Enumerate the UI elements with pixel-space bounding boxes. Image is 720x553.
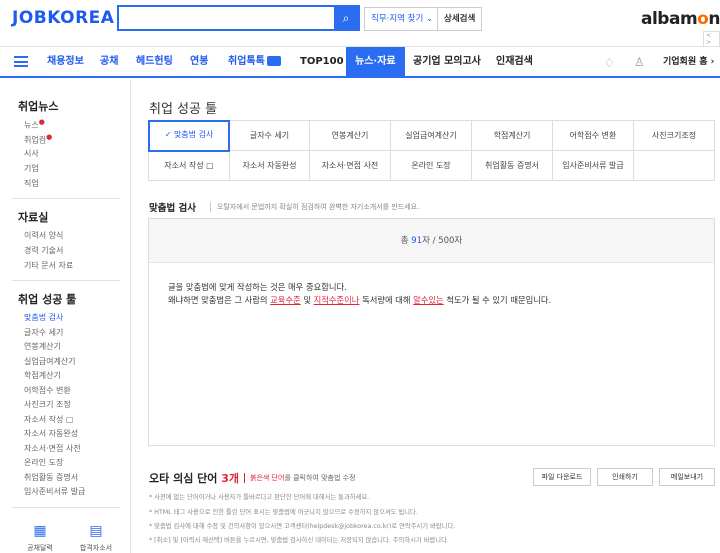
notice-line: * HTML 태그 사용으로 인한 틀린 단어 표시는 맞춤법에 어긋나지 않으… [149, 509, 418, 516]
editor-line: 왜냐하면 맞춤법은 그 사람의 교육수준 및 지적수준이나 독서량에 대해 알수… [168, 295, 552, 305]
tab-autocomplete[interactable]: 자소서 자동완성 [230, 151, 310, 181]
sidebar-item-online-stamp[interactable]: 온라인 도장 [24, 457, 63, 468]
char-counter: 총 91자 / 500자 [149, 219, 714, 263]
search-button[interactable]: ⌕ [334, 7, 358, 29]
sidebar-item-jobcom[interactable]: 취업컴● [24, 133, 52, 146]
sidebar-title-news: 취업뉴스 [18, 100, 59, 113]
tab-charcount[interactable]: 글자수 세기 [230, 121, 310, 151]
nav-item-talent-search[interactable]: 인재검색 [496, 47, 533, 77]
chat-badge-icon [266, 56, 281, 66]
tab-interview-dict[interactable]: 자소서·면접 사전 [310, 151, 391, 181]
sidebar: 취업뉴스 뉴스● 취업컴● 시사 기업 직업 자료실 이력서 양식 경력 기술서… [0, 80, 131, 553]
nav-item-news[interactable]: 뉴스·자료 [346, 47, 405, 77]
new-dot-icon: ● [46, 133, 53, 141]
error-word[interactable]: 교육수준 [270, 295, 301, 305]
tab-photo-size[interactable]: 사진크기조정 [634, 121, 715, 151]
nav-item-mock-test[interactable]: 공기업 모의고사 [413, 47, 481, 77]
nav-item-salary[interactable]: 연봉 [190, 47, 208, 77]
sidebar-divider [12, 198, 120, 199]
sidebar-divider [12, 280, 120, 281]
sidebar-item-other-docs[interactable]: 기타 문서 자료 [24, 260, 73, 271]
sidebar-item-spellcheck[interactable]: 맞춤법 검사 [24, 312, 63, 323]
sidebar-item-activity-cert[interactable]: 취업활동 증명서 [24, 472, 78, 483]
jobkorea-logo[interactable]: JOBKOREA [12, 8, 114, 28]
sidebar-item-interview-dict[interactable]: 자소서·면접 사전 [24, 443, 81, 454]
notice-line: * 맞춤법 검사에 대해 수정 및 건의사항이 있으시면 고객센터(helpde… [149, 523, 456, 530]
sidebar-item-company[interactable]: 기업 [24, 163, 39, 174]
corporate-home-link[interactable]: 기업회원 홈 › [663, 47, 714, 77]
sidebar-item-autocomplete[interactable]: 자소서 자동완성 [24, 428, 78, 439]
document-check-icon[interactable]: ▤ [76, 523, 116, 539]
tool-tabs: ✓ 맞춤법 검사 글자수 세기 연봉계산기 실업급여계산기 학점계산기 어학점수… [148, 120, 715, 181]
user-icon[interactable]: ♙ [634, 55, 645, 69]
sidebar-title-tools: 취업 성공 툴 [18, 293, 77, 306]
sidebar-divider [12, 507, 120, 508]
tab-activity-cert[interactable]: 취업활동 증명서 [472, 151, 553, 181]
nav-item-top100[interactable]: TOP100 [300, 47, 344, 77]
editor-text[interactable]: 글을 맞춤법에 맞게 작성하는 것은 매우 중요합니다. 왜냐하면 맞춤법은 그… [168, 281, 551, 307]
sidebar-item-salary-calc[interactable]: 연봉계산기 [24, 341, 61, 352]
spellcheck-title: 맞춤법 검사 [149, 203, 197, 214]
detail-search-button[interactable]: 상세검색 [437, 7, 483, 31]
passed-letters-label[interactable]: 합격자소서 [71, 543, 121, 553]
sidebar-item-job[interactable]: 직업 [24, 178, 39, 189]
sidebar-item-charcount[interactable]: 글자수 세기 [24, 327, 63, 338]
suspect-words-title: 오타 의심 단어 3개 [149, 472, 239, 485]
tab-lang-score[interactable]: 어학점수 변환 [553, 121, 634, 151]
error-word[interactable]: 알수있는 [413, 295, 444, 305]
page-title: 취업 성공 툴 [149, 102, 218, 117]
sidebar-item-cover-letter[interactable]: 자소서 작성 ▢ [24, 414, 73, 425]
error-word[interactable]: 지적수준이나 [314, 295, 360, 305]
sidebar-item-unemployment[interactable]: 실업급여계산기 [24, 356, 76, 367]
sidebar-item-career[interactable]: 경력 기술서 [24, 245, 63, 256]
sidebar-item-news[interactable]: 뉴스● [24, 118, 45, 131]
nav-item-talk[interactable]: 취업톡톡 [228, 47, 281, 77]
sidebar-title-resources: 자료실 [18, 211, 49, 224]
calendar-label[interactable]: 공채달력 [15, 543, 65, 553]
calendar-icon[interactable]: ▦ [20, 523, 60, 539]
sidebar-item-resume-form[interactable]: 이력서 양식 [24, 230, 63, 241]
sidebar-item-documents[interactable]: 입사준비서류 발급 [24, 486, 85, 497]
suspect-words-hint: 붉은색 단어를 클릭하여 맞춤법 수정 [244, 473, 356, 483]
nav-item-recruit[interactable]: 채용정보 [47, 47, 84, 77]
top-header: JOBKOREA ⌕ 직무·지역 찾기 ⌄ 상세검색 albamon < > [0, 0, 720, 47]
hamburger-menu-icon[interactable] [14, 56, 28, 67]
sidebar-item-lang-score[interactable]: 어학점수 변환 [24, 385, 71, 396]
spellcheck-description: 오탈자에서 문법까지 확실히 점검하여 완벽한 자기소개서를 만드세요. [210, 202, 419, 212]
sidebar-item-gpa[interactable]: 학점계산기 [24, 370, 61, 381]
tab-online-stamp[interactable]: 온라인 도장 [391, 151, 472, 181]
editor-line: 글을 맞춤법에 맞게 작성하는 것은 매우 중요합니다. [168, 282, 347, 292]
tab-salary-calc[interactable]: 연봉계산기 [310, 121, 391, 151]
sidebar-item-photo-size[interactable]: 사진크기 조정 [24, 399, 71, 410]
main-nav: 채용정보 공채 헤드헌팅 연봉 취업톡톡 TOP100 뉴스·자료 공기업 모의… [0, 46, 720, 78]
tab-gpa[interactable]: 학점계산기 [472, 121, 553, 151]
print-button[interactable]: 인쇄하기 [597, 468, 653, 486]
file-download-button[interactable]: 파일 다운로드 [533, 468, 591, 486]
tab-unemployment[interactable]: 실업급여계산기 [391, 121, 472, 151]
send-mail-button[interactable]: 메일보내기 [659, 468, 715, 486]
bell-icon[interactable]: ♢ [604, 56, 615, 70]
banner-arrows[interactable]: < > [703, 31, 720, 47]
nav-item-headhunting[interactable]: 헤드헌팅 [136, 47, 173, 77]
region-job-button[interactable]: 직무·지역 찾기 ⌄ [364, 7, 441, 31]
sidebar-item-current[interactable]: 시사 [24, 148, 39, 159]
new-dot-icon: ● [38, 118, 45, 126]
spellcheck-editor[interactable]: 총 91자 / 500자 글을 맞춤법에 맞게 작성하는 것은 매우 중요합니다… [148, 218, 715, 446]
search-icon: ⌕ [342, 11, 350, 25]
nav-item-public[interactable]: 공채 [100, 47, 118, 77]
search-input[interactable] [119, 7, 329, 29]
tab-documents[interactable]: 입사준비서류 발급 [553, 151, 634, 181]
tab-empty [634, 151, 715, 181]
tab-spellcheck[interactable]: ✓ 맞춤법 검사 [148, 120, 230, 152]
notice-line: * [취소] 및 [이력서 재선택] 버튼을 누르시면, 맞춤법 검사하신 데이… [149, 537, 449, 544]
tab-cover-letter[interactable]: 자소서 작성 ▢ [149, 151, 230, 181]
notice-line: * 사전에 없는 단어이거나 사용자가 틀바르다고 판단한 단어에 대해서는 통… [149, 494, 370, 501]
search-box: ⌕ [117, 5, 360, 31]
albamon-logo[interactable]: albamon [641, 9, 720, 29]
